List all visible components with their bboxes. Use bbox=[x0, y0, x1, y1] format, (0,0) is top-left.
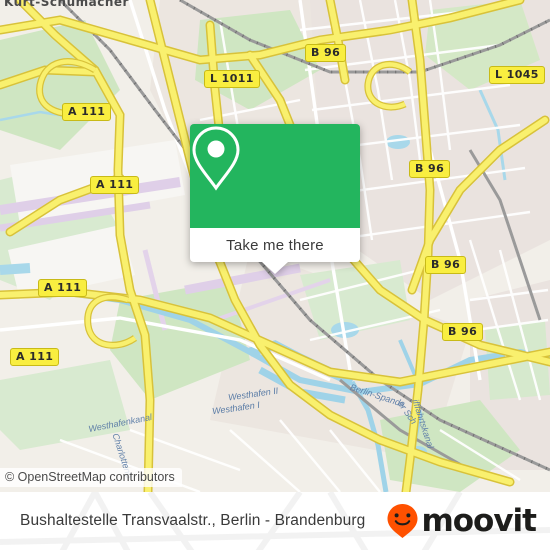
map-canvas[interactable]: Kurt-Schumacher A 111 A 111 A 111 A 111 … bbox=[0, 0, 550, 492]
destination-callout[interactable]: Take me there bbox=[190, 124, 360, 274]
road-shield-b96-4: B 96 bbox=[442, 323, 484, 341]
bottom-title-bar: Bushaltestelle Transvaalstr., Berlin - B… bbox=[0, 492, 550, 550]
callout-pointer-tail bbox=[262, 262, 288, 274]
road-shield-a111-3: A 111 bbox=[38, 279, 88, 297]
callout-green-panel bbox=[190, 124, 360, 228]
road-shield-b96-2: B 96 bbox=[409, 160, 451, 178]
road-shield-a111-2: A 111 bbox=[90, 176, 140, 194]
road-shield-a111-4: A 111 bbox=[10, 348, 60, 366]
screenshot-root: Kurt-Schumacher A 111 A 111 A 111 A 111 … bbox=[0, 0, 550, 550]
page-title: Bushaltestelle Transvaalstr., Berlin - B… bbox=[20, 512, 366, 529]
road-shield-a111-1: A 111 bbox=[62, 103, 112, 121]
road-shield-l1045: L 1045 bbox=[489, 66, 545, 84]
map-clipped-label: Kurt-Schumacher bbox=[4, 0, 129, 9]
map-pin-icon bbox=[192, 126, 240, 191]
road-shield-b96-1: B 96 bbox=[305, 44, 347, 62]
moovit-logo[interactable]: moovit bbox=[386, 502, 537, 539]
road-shield-l1011: L 1011 bbox=[204, 70, 260, 88]
take-me-there-label: Take me there bbox=[226, 236, 324, 254]
moovit-smiley-pin-icon bbox=[387, 504, 418, 538]
callout-action-bar[interactable]: Take me there bbox=[190, 228, 360, 262]
road-shield-b96-3: B 96 bbox=[425, 256, 467, 274]
moovit-wordmark: moovit bbox=[421, 502, 537, 539]
osm-attribution[interactable]: © OpenStreetMap contributors bbox=[0, 468, 182, 487]
